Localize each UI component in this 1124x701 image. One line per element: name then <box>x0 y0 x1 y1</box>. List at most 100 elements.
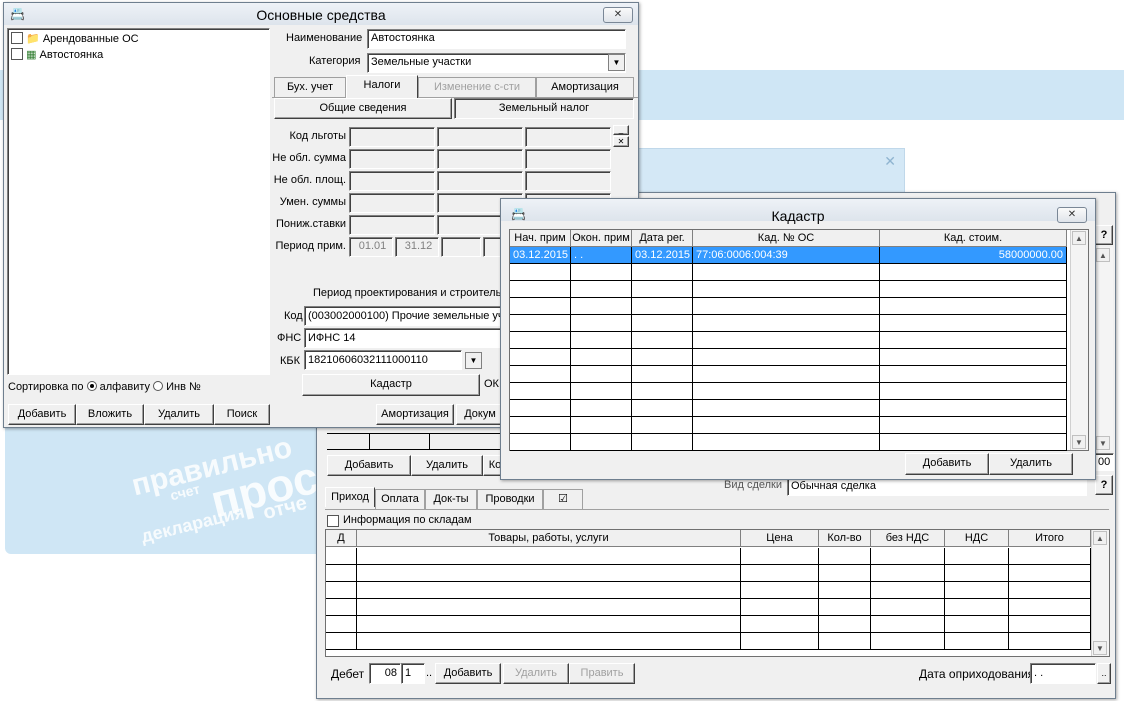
table-cell[interactable] <box>510 264 571 281</box>
table-cell[interactable] <box>632 349 693 366</box>
subtab-general[interactable]: Общие сведения <box>274 98 452 119</box>
table-cell[interactable] <box>571 366 632 383</box>
table-cell[interactable] <box>571 349 632 366</box>
scroll-down-icon[interactable]: ▼ <box>1093 641 1107 655</box>
table-cell[interactable] <box>632 332 693 349</box>
table-cell[interactable] <box>945 616 1009 633</box>
table-cell[interactable] <box>741 616 819 633</box>
table-cell[interactable] <box>1009 582 1091 599</box>
table-cell[interactable] <box>880 332 1067 349</box>
table-cell[interactable] <box>571 332 632 349</box>
chevron-down-icon[interactable]: ▼ <box>465 352 482 369</box>
warehouse-checkbox[interactable] <box>327 515 339 527</box>
table-cell[interactable] <box>571 298 632 315</box>
table-cell[interactable] <box>1009 548 1091 565</box>
tax-value-field[interactable] <box>437 171 523 191</box>
table-cell[interactable] <box>510 315 571 332</box>
table-cell[interactable] <box>632 366 693 383</box>
chevron-down-icon[interactable]: ▼ <box>608 54 625 71</box>
kadastr-button[interactable]: Кадастр <box>302 374 480 396</box>
table-cell[interactable] <box>945 582 1009 599</box>
tax-value-field[interactable] <box>437 127 523 147</box>
table-cell[interactable] <box>571 281 632 298</box>
nest-button[interactable]: Вложить <box>76 404 144 425</box>
column-header[interactable]: Нач. прим <box>510 230 571 247</box>
title-bar[interactable]: 📇 Кадастр ✕ <box>501 199 1095 224</box>
column-header[interactable]: Д <box>326 530 357 547</box>
checkbox[interactable] <box>11 32 23 44</box>
table-cell[interactable] <box>871 633 945 650</box>
table-cell[interactable] <box>945 633 1009 650</box>
table-cell[interactable] <box>693 349 880 366</box>
table-cell[interactable] <box>326 582 357 599</box>
table-cell[interactable] <box>510 400 571 417</box>
scrollbar[interactable]: ▲ ▼ <box>1091 530 1109 656</box>
table-cell[interactable] <box>871 582 945 599</box>
table-cell[interactable] <box>632 400 693 417</box>
table-cell[interactable] <box>357 599 741 616</box>
period-field[interactable] <box>441 237 481 257</box>
table-cell[interactable] <box>693 400 880 417</box>
tab-prihod[interactable]: Приход <box>325 487 375 507</box>
column-header[interactable]: НДС <box>945 530 1009 547</box>
table-cell[interactable] <box>510 349 571 366</box>
table-cell[interactable] <box>871 599 945 616</box>
edit-button[interactable]: Править <box>569 663 635 684</box>
tax-value-field[interactable] <box>437 149 523 169</box>
scroll-up-icon[interactable]: ▲ <box>1072 231 1086 245</box>
table-cell[interactable] <box>693 434 880 451</box>
table-cell[interactable] <box>571 434 632 451</box>
table-cell[interactable] <box>571 383 632 400</box>
help-button[interactable]: ? <box>1095 225 1113 245</box>
tax-value-field[interactable] <box>349 171 435 191</box>
tab-oplata[interactable]: Оплата <box>375 489 425 509</box>
table-cell[interactable] <box>819 616 871 633</box>
table-cell[interactable] <box>945 548 1009 565</box>
delete-button[interactable]: Удалить <box>411 455 483 476</box>
dots-button[interactable]: .. <box>426 667 432 679</box>
table-cell[interactable] <box>510 417 571 434</box>
close-button[interactable]: ✕ <box>1057 207 1087 223</box>
table-cell[interactable] <box>693 383 880 400</box>
table-cell[interactable] <box>632 264 693 281</box>
table-cell[interactable] <box>693 366 880 383</box>
scrollbar[interactable]: ▲ ▼ <box>1094 247 1113 451</box>
table-cell[interactable]: 77:06:0006:004:39 <box>693 247 880 264</box>
delete-button[interactable]: Удалить <box>144 404 214 425</box>
table-cell[interactable] <box>880 400 1067 417</box>
scroll-down-icon[interactable]: ▼ <box>1072 435 1086 449</box>
table-cell[interactable] <box>880 315 1067 332</box>
table-cell[interactable] <box>693 417 880 434</box>
table-cell[interactable] <box>571 400 632 417</box>
table-cell[interactable] <box>571 264 632 281</box>
column-header[interactable]: Цена <box>741 530 819 547</box>
table-cell[interactable] <box>819 548 871 565</box>
table-cell[interactable] <box>880 366 1067 383</box>
tax-value-field[interactable] <box>349 127 435 147</box>
table-cell[interactable] <box>880 264 1067 281</box>
table-cell[interactable] <box>632 383 693 400</box>
kbk-field[interactable]: 18210606032111000110 <box>304 350 462 370</box>
add-button[interactable]: Добавить <box>435 663 501 684</box>
table-cell[interactable] <box>880 417 1067 434</box>
table-cell[interactable] <box>632 281 693 298</box>
table-cell[interactable] <box>632 417 693 434</box>
table-cell[interactable] <box>871 565 945 582</box>
tab-docs[interactable]: Док-ты <box>425 489 477 509</box>
table-cell[interactable] <box>693 332 880 349</box>
table-cell[interactable] <box>945 565 1009 582</box>
asset-tree[interactable]: 📁 Арендованные ОС ▦ Автостоянка <box>7 28 270 375</box>
table-cell[interactable] <box>880 298 1067 315</box>
table-cell[interactable] <box>693 264 880 281</box>
documents-button[interactable]: Докум <box>456 404 504 425</box>
scroll-down-icon[interactable]: ▼ <box>1096 436 1110 450</box>
amortization-button[interactable]: Амортизация <box>376 404 454 425</box>
table-cell[interactable] <box>510 366 571 383</box>
title-bar[interactable]: 📇 Основные средства ✕ <box>4 3 638 25</box>
table-cell[interactable] <box>632 298 693 315</box>
table-cell[interactable] <box>741 599 819 616</box>
table-cell[interactable] <box>693 315 880 332</box>
table-cell[interactable] <box>510 332 571 349</box>
table-cell[interactable] <box>880 349 1067 366</box>
table-cell[interactable] <box>571 315 632 332</box>
